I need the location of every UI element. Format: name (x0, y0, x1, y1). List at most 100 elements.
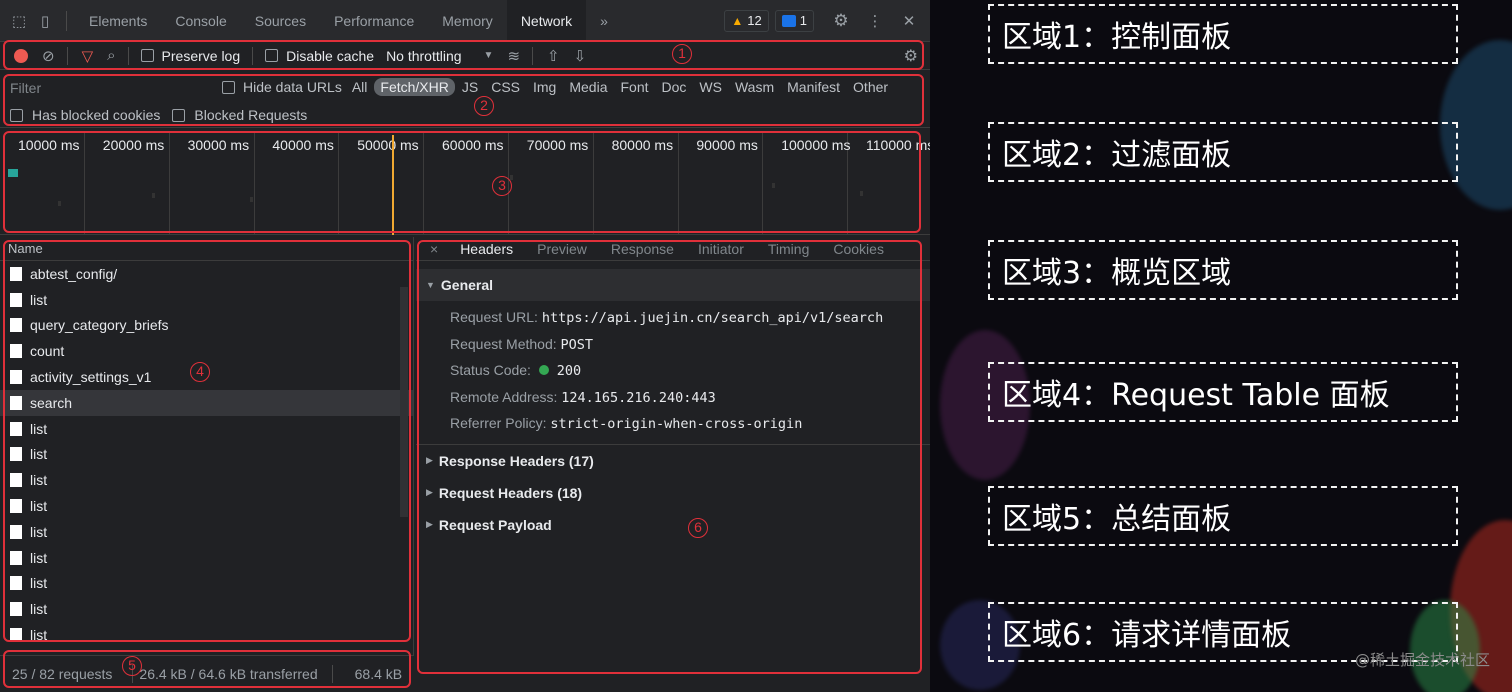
overview-timeline[interactable]: 10000 ms 20000 ms 30000 ms 40000 ms 50000 ms… (0, 131, 930, 235)
timeline-request-mark (58, 201, 61, 206)
table-row[interactable]: list (0, 571, 413, 597)
filter-type-font[interactable]: Font (614, 78, 654, 96)
blocked-requests-checkbox[interactable] (172, 108, 186, 122)
file-icon (10, 524, 22, 539)
table-row[interactable]: query_category_briefs (0, 313, 413, 339)
inspect-element-icon[interactable]: ⬚ (6, 12, 32, 30)
device-toolbar-icon[interactable]: ▯ (32, 12, 58, 30)
file-icon (10, 628, 22, 643)
filter-type-other[interactable]: Other (847, 78, 894, 96)
section-general[interactable]: ▼ General (416, 269, 930, 301)
filter-type-wasm[interactable]: Wasm (729, 78, 780, 96)
annotation-number-6: 6 (688, 518, 708, 538)
throttling-select[interactable]: No throttling (386, 48, 461, 64)
tab-cookies[interactable]: Cookies (821, 241, 896, 257)
table-row[interactable]: list (0, 493, 413, 519)
record-button[interactable] (14, 48, 28, 63)
table-row[interactable]: count (0, 338, 413, 364)
tab-performance[interactable]: Performance (320, 0, 428, 42)
network-settings-gear-icon[interactable]: ⚙ (904, 46, 918, 66)
section-request-headers[interactable]: ▶ Request Headers (18) (416, 477, 930, 509)
summary-bar: 25 / 82 requests 26.4 kB / 64.6 kB trans… (0, 655, 414, 692)
filter-type-ws[interactable]: WS (693, 78, 728, 96)
timeline-request-mark (152, 193, 155, 198)
tab-response[interactable]: Response (599, 241, 686, 257)
annotation-number-4: 4 (190, 362, 210, 382)
warnings-badge[interactable]: ▲ 12 (724, 9, 769, 32)
disable-cache-checkbox[interactable] (265, 49, 279, 62)
table-row[interactable]: list (0, 467, 413, 493)
import-har-icon[interactable]: ⇧ (547, 47, 560, 65)
close-details-icon[interactable]: × (416, 241, 448, 257)
file-icon (10, 370, 22, 385)
section-response-headers[interactable]: ▶ Response Headers (17) (416, 445, 930, 477)
table-row[interactable]: search (0, 389, 413, 416)
file-icon (10, 266, 22, 281)
clear-icon[interactable]: ⊘ (42, 47, 55, 65)
file-icon (10, 395, 22, 410)
table-row[interactable]: abtest_config/ (0, 261, 413, 287)
table-row[interactable]: list (0, 596, 413, 622)
divider (532, 46, 534, 65)
more-tabs-icon[interactable]: » (586, 0, 622, 42)
hide-data-urls-checkbox[interactable] (222, 80, 235, 94)
request-url-row: Request URL: https://api.juejin.cn/searc… (416, 305, 930, 332)
close-devtools-icon[interactable]: ✕ (896, 12, 922, 30)
search-icon[interactable]: ⌕ (107, 47, 115, 64)
tab-network[interactable]: Network (506, 0, 587, 42)
column-header-name[interactable]: Name (0, 237, 413, 261)
tab-sources[interactable]: Sources (241, 0, 320, 42)
table-row[interactable]: list (0, 545, 413, 571)
table-row[interactable]: list (0, 416, 413, 442)
request-table-scrollbar[interactable] (400, 287, 408, 517)
preserve-log-checkbox[interactable] (140, 49, 154, 62)
filter-type-fetch-xhr[interactable]: Fetch/XHR (374, 78, 455, 96)
message-icon (781, 14, 796, 27)
filter-input[interactable]: Filter (10, 80, 41, 96)
request-list: abtest_config/list query_category_briefs c… (0, 261, 413, 648)
filter-type-manifest[interactable]: Manifest (781, 78, 846, 96)
request-name: list (30, 446, 48, 463)
section-request-payload-title: Request Payload (438, 516, 552, 533)
export-har-icon[interactable]: ⇩ (574, 47, 587, 65)
devtools-window: ⬚ ▯ Elements Console Sources Performance… (0, 0, 930, 692)
timeline-request-mark (510, 175, 513, 180)
status-ok-icon (538, 365, 549, 376)
section-response-headers-title: Response Headers (17) (438, 452, 594, 469)
filter-type-all[interactable]: All (346, 78, 374, 96)
request-name: list (30, 472, 48, 489)
timeline-gridline (762, 131, 764, 235)
remote-address-label: Remote Address: (450, 388, 558, 405)
file-icon (10, 473, 22, 488)
tab-memory[interactable]: Memory (428, 0, 507, 42)
messages-badge[interactable]: 1 (774, 9, 814, 32)
tab-headers[interactable]: Headers (448, 241, 525, 257)
annotation-number-1: 1 (672, 44, 692, 64)
network-conditions-icon[interactable]: ≋ (507, 47, 520, 65)
section-request-payload[interactable]: ▶ Request Payload (416, 509, 930, 541)
tab-console[interactable]: Console (161, 0, 240, 42)
table-row[interactable]: list (0, 442, 413, 468)
filter-type-media[interactable]: Media (563, 78, 613, 96)
timeline-tick-label: 20000 ms (102, 137, 165, 153)
tab-elements[interactable]: Elements (75, 0, 161, 42)
settings-gear-icon[interactable]: ⚙ (828, 11, 854, 31)
request-method-row: Request Method: POST (416, 332, 930, 359)
table-row[interactable]: list (0, 519, 413, 545)
divider (66, 46, 68, 65)
filter-options: Has blocked cookies Blocked Requests (10, 107, 307, 123)
filter-icon[interactable]: ▽ (82, 47, 94, 65)
timeline-request-mark (8, 169, 18, 177)
has-blocked-cookies-checkbox[interactable] (10, 108, 23, 122)
filter-type-img[interactable]: Img (527, 78, 562, 96)
request-name: count (30, 343, 65, 360)
table-row[interactable]: list (0, 622, 413, 648)
filter-type-css[interactable]: CSS (485, 78, 526, 96)
tab-initiator[interactable]: Initiator (686, 241, 756, 257)
filter-type-js[interactable]: JS (456, 78, 484, 96)
filter-type-doc[interactable]: Doc (656, 78, 693, 96)
tab-timing[interactable]: Timing (756, 241, 822, 257)
more-options-icon[interactable]: ⋮ (862, 12, 888, 30)
tab-preview[interactable]: Preview (525, 241, 599, 257)
table-row[interactable]: list (0, 287, 413, 313)
